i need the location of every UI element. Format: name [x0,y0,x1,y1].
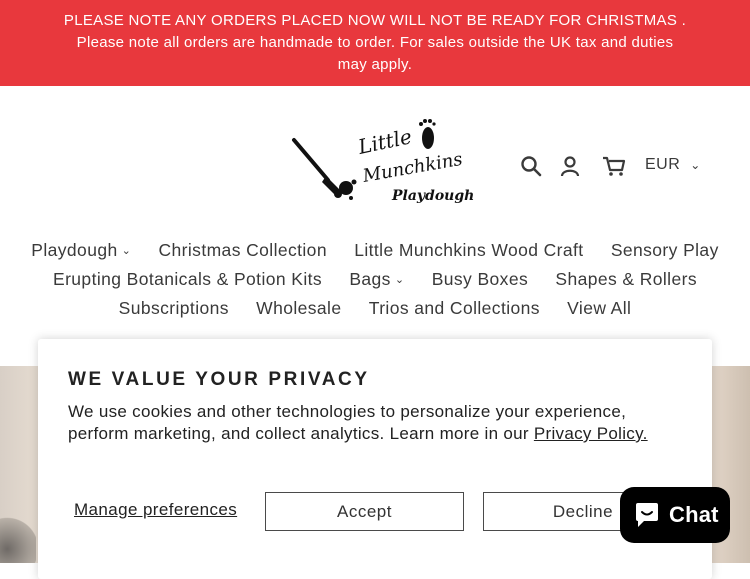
manage-preferences-link[interactable]: Manage preferences [74,500,237,520]
currency-value: EUR [645,156,681,173]
chat-bubble-icon [636,503,658,527]
nav-item-wood-craft[interactable]: Little Munchkins Wood Craft [354,236,583,265]
announcement-line-1: PLEASE NOTE ANY ORDERS PLACED NOW WILL N… [63,12,687,29]
nav-item-busy-boxes[interactable]: Busy Boxes [432,265,528,294]
privacy-body: We use cookies and other technologies to… [68,402,648,443]
nav-item-subscriptions[interactable]: Subscriptions [119,294,229,323]
main-navigation: Playdough ⌄ Christmas Collection Little M… [0,236,750,323]
privacy-title: WE VALUE YOUR PRIVACY [68,369,370,390]
nav-item-bags[interactable]: Bags ⌄ [349,265,404,295]
announcement-line-3: may apply. [337,56,413,73]
nav-item-playdough[interactable]: Playdough ⌄ [31,236,131,266]
nav-item-erupting-botanicals[interactable]: Erupting Botanicals & Potion Kits [53,265,322,294]
nav-item-shapes-rollers[interactable]: Shapes & Rollers [555,265,697,294]
logo-artwork: Little Munchkins Playdough [292,119,474,204]
nav-item-wholesale[interactable]: Wholesale [256,294,341,323]
account-icon[interactable] [557,153,583,179]
site-logo[interactable]: Little Munchkins Playdough [288,116,478,212]
site-header: Little Munchkins Playdough EUR ⌄ [0,86,750,236]
nav-item-sensory-play[interactable]: Sensory Play [611,236,719,265]
search-icon[interactable] [518,153,544,179]
currency-selector[interactable]: EUR ⌄ [645,156,701,174]
cart-icon[interactable] [601,153,627,179]
nav-item-christmas-collection[interactable]: Christmas Collection [158,236,326,265]
chat-label: Chat [669,502,719,527]
hero-decoration [0,516,36,563]
nav-item-trios-collections[interactable]: Trios and Collections [369,294,540,323]
nav-row-3: Subscriptions Wholesale Trios and Collec… [0,294,750,323]
svg-text:Little: Little [355,124,414,159]
svg-text:Playdough: Playdough [391,188,474,204]
chevron-down-icon: ⌄ [394,274,405,286]
announcement-line-2: Please note all orders are handmade to o… [76,34,674,51]
nav-row-1: Playdough ⌄ Christmas Collection Little M… [0,236,750,265]
chat-button[interactable]: Chat [620,487,730,543]
chevron-down-icon: ⌄ [690,158,701,172]
privacy-policy-link[interactable]: Privacy Policy. [534,424,648,443]
accept-button[interactable]: Accept [265,492,464,531]
privacy-modal: WE VALUE YOUR PRIVACY We use cookies and… [38,339,712,579]
nav-item-view-all[interactable]: View All [567,294,631,323]
announcement-bar: PLEASE NOTE ANY ORDERS PLACED NOW WILL N… [0,0,750,86]
chevron-down-icon: ⌄ [121,245,132,257]
nav-row-2: Erupting Botanicals & Potion Kits Bags ⌄ … [0,265,750,294]
